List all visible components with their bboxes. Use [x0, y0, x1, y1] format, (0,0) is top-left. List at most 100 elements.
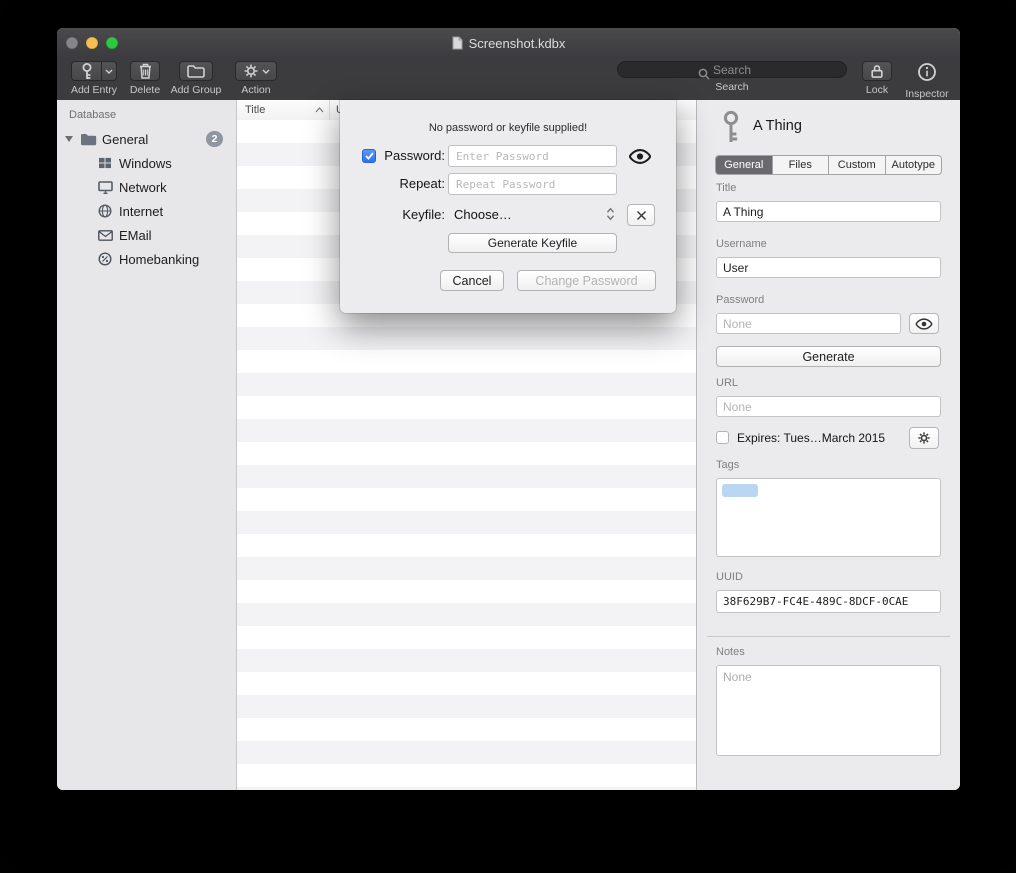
- folder-icon: [79, 133, 97, 146]
- sidebar-item-network[interactable]: Network: [57, 175, 236, 199]
- eye-icon: [915, 318, 933, 330]
- tab-general[interactable]: General: [716, 156, 772, 174]
- uuid-label: UUID: [716, 571, 743, 583]
- delete-bezel[interactable]: [130, 61, 160, 81]
- sort-ascending-icon: [315, 107, 324, 113]
- generate-password-button[interactable]: Generate: [716, 346, 941, 367]
- sidebar-item-label: Network: [119, 180, 236, 195]
- add-entry-label: Add Entry: [65, 84, 123, 96]
- group-count-badge: 2: [206, 131, 223, 147]
- eye-icon: [628, 149, 652, 164]
- info-icon: [917, 62, 937, 82]
- keyfile-popup[interactable]: Choose…: [454, 204, 614, 226]
- search-group: Search: [617, 61, 847, 93]
- title-label: Title: [716, 182, 736, 194]
- delete-label: Delete: [127, 84, 163, 96]
- inspector-label: Inspector: [897, 88, 957, 100]
- url-label: URL: [716, 377, 738, 389]
- sidebar-item-general[interactable]: General 2: [57, 127, 236, 151]
- window-title-area: Screenshot.kdbx: [57, 28, 960, 58]
- sidebar-item-label: EMail: [119, 228, 236, 243]
- entry-key-icon: [721, 110, 741, 144]
- password-label: Password:: [377, 145, 445, 167]
- sidebar-item-label: Internet: [119, 204, 236, 219]
- sidebar-item-internet[interactable]: Internet: [57, 199, 236, 223]
- lock-button[interactable]: Lock: [859, 61, 895, 96]
- app-window: Screenshot.kdbx: [57, 28, 960, 790]
- tab-autotype[interactable]: Autotype: [885, 156, 942, 174]
- password-label: Password: [716, 294, 764, 306]
- expires-settings-button[interactable]: [909, 427, 939, 449]
- disclosure-triangle-icon[interactable]: [65, 136, 73, 142]
- tab-files[interactable]: Files: [772, 156, 829, 174]
- column-title-label: Title: [245, 104, 265, 116]
- action-bezel[interactable]: [235, 61, 277, 81]
- notes-label: Notes: [716, 646, 745, 658]
- screen-backdrop: Screenshot.kdbx: [0, 0, 1016, 873]
- titlebar[interactable]: Screenshot.kdbx: [57, 28, 960, 58]
- reveal-password-button[interactable]: [909, 313, 939, 334]
- keyfile-label: Keyfile:: [377, 204, 445, 226]
- inspector-tabs: General Files Custom Autotype: [715, 155, 942, 175]
- add-group-button[interactable]: Add Group: [165, 61, 227, 96]
- add-entry-dropdown[interactable]: [102, 61, 117, 81]
- email-icon: [96, 230, 114, 241]
- sidebar: Database General 2: [57, 100, 237, 790]
- gear-icon: [917, 431, 931, 445]
- inspector-panel: A Thing General Files Custom Autotype Ti…: [696, 100, 960, 790]
- clear-keyfile-button[interactable]: [627, 204, 655, 226]
- tab-custom[interactable]: Custom: [828, 156, 885, 174]
- add-group-label: Add Group: [165, 84, 227, 96]
- add-entry-button[interactable]: Add Entry: [65, 61, 123, 96]
- gear-icon: [243, 63, 259, 79]
- search-input[interactable]: [617, 61, 847, 78]
- sidebar-header: Database: [57, 100, 236, 127]
- globe-icon: [96, 204, 114, 218]
- password-checkbox[interactable]: [362, 149, 376, 163]
- inspector-toggle-button[interactable]: Inspector: [897, 61, 957, 100]
- title-field[interactable]: [716, 201, 941, 222]
- search-caption: Search: [617, 81, 847, 93]
- chevron-down-icon: [105, 69, 113, 74]
- add-entry-main-segment[interactable]: [71, 61, 102, 81]
- uuid-field[interactable]: [716, 590, 941, 613]
- sidebar-item-label: Windows: [119, 156, 236, 171]
- homebanking-icon: [96, 252, 114, 266]
- username-field[interactable]: [716, 257, 941, 278]
- sidebar-item-label: Homebanking: [119, 252, 236, 267]
- password-field[interactable]: [716, 313, 901, 334]
- popup-stepper-icon[interactable]: [605, 207, 616, 221]
- action-label: Action: [233, 84, 279, 96]
- entry-title: A Thing: [753, 118, 802, 134]
- sheet-message: No password or keyfile supplied!: [340, 122, 676, 134]
- url-field[interactable]: [716, 396, 941, 417]
- cancel-button[interactable]: Cancel: [440, 270, 504, 291]
- lock-bezel[interactable]: [862, 61, 892, 81]
- window-title: Screenshot.kdbx: [469, 36, 566, 51]
- reveal-password-button[interactable]: [626, 147, 654, 165]
- inspector-divider: [707, 636, 950, 637]
- change-password-button[interactable]: Change Password: [517, 270, 656, 291]
- tags-field[interactable]: [716, 478, 941, 557]
- add-group-bezel[interactable]: [179, 61, 213, 81]
- document-proxy-icon: [452, 36, 463, 50]
- toolbar: Add Entry Delete Add G: [57, 58, 960, 101]
- notes-field[interactable]: [716, 665, 941, 756]
- password-input[interactable]: [448, 145, 617, 167]
- repeat-input[interactable]: [448, 173, 617, 195]
- action-button[interactable]: Action: [233, 61, 279, 96]
- sidebar-item-label: General: [102, 132, 206, 147]
- add-group-folder-icon: [187, 64, 205, 79]
- windows-icon: [96, 157, 114, 169]
- tags-label: Tags: [716, 459, 739, 471]
- tag-chip[interactable]: [722, 484, 758, 497]
- expires-checkbox[interactable]: [716, 431, 729, 444]
- sidebar-item-email[interactable]: EMail: [57, 223, 236, 247]
- column-header-title[interactable]: Title: [237, 100, 330, 120]
- generate-keyfile-button[interactable]: Generate Keyfile: [448, 233, 617, 253]
- sidebar-item-windows[interactable]: Windows: [57, 151, 236, 175]
- lock-icon: [869, 63, 885, 80]
- sidebar-item-homebanking[interactable]: Homebanking: [57, 247, 236, 271]
- change-password-sheet: No password or keyfile supplied! Passwor…: [340, 100, 676, 313]
- delete-button[interactable]: Delete: [127, 61, 163, 96]
